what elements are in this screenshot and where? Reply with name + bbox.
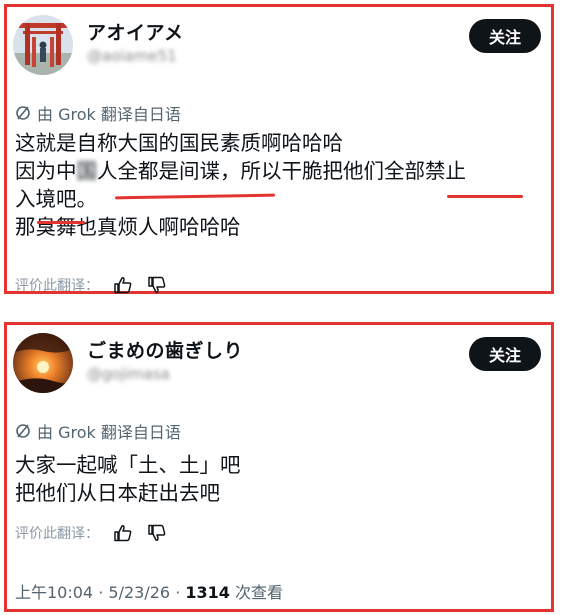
rate-label: 评价此翻译： <box>15 526 99 542</box>
user-handle[interactable]: @aoiame51 <box>87 47 177 65</box>
meta-separator: · <box>175 583 181 602</box>
translation-label: 由 Grok 翻译自日语 <box>37 105 181 124</box>
grok-icon <box>16 424 30 438</box>
post-text: 这就是自称大国的国民素质啊哈哈哈 因为中国人全都是间谍，所以干脆把他们全部禁止 … <box>15 129 541 241</box>
post-card-2: ごまめの歯ぎしり @gojimasa 关注 由 Grok 翻译自日语 大家一起喊… <box>4 322 554 612</box>
translation-info: 由 Grok 翻译自日语 <box>15 419 181 443</box>
text-line: 那臭舞也真烦人啊哈哈哈 <box>15 215 241 239</box>
post-card-1: アオイアメ @aoiame51 关注 由 Grok 翻译自日语 这就是自称大国的… <box>4 4 554 294</box>
censored-character: 国 <box>76 159 98 183</box>
post-date[interactable]: 5/23/26 <box>108 583 170 602</box>
text-line: 大家一起喊「土、土」吧 <box>15 453 241 477</box>
avatar-image <box>13 333 73 393</box>
avatar[interactable] <box>13 333 73 393</box>
avatar-image <box>13 15 73 75</box>
annotation-underline <box>447 195 523 198</box>
rate-translation: 评价此翻译： <box>15 275 167 295</box>
text-line: 因为中国人全都是间谍，所以干脆把他们全部禁止 <box>15 159 466 183</box>
thumbs-up-icon[interactable] <box>113 524 133 542</box>
display-name[interactable]: アオイアメ <box>87 18 184 45</box>
text-line: 入境吧。 <box>15 187 97 211</box>
display-name[interactable]: ごまめの歯ぎしり <box>87 336 243 363</box>
rate-translation: 评价此翻译： <box>15 523 167 543</box>
follow-button[interactable]: 关注 <box>469 19 541 53</box>
annotation-underline <box>37 221 85 224</box>
avatar[interactable] <box>13 15 73 75</box>
user-handle[interactable]: @gojimasa <box>87 365 170 383</box>
post-time[interactable]: 上午10:04 <box>15 583 93 602</box>
translation-label: 由 Grok 翻译自日语 <box>37 423 181 442</box>
rate-label: 评价此翻译： <box>15 278 99 294</box>
thumbs-up-icon[interactable] <box>113 276 133 294</box>
meta-separator: · <box>98 583 104 602</box>
translation-info: 由 Grok 翻译自日语 <box>15 101 181 125</box>
grok-icon <box>16 106 30 120</box>
page: アオイアメ @aoiame51 关注 由 Grok 翻译自日语 这就是自称大国的… <box>0 0 562 615</box>
thumbs-down-icon[interactable] <box>147 276 167 294</box>
post-text: 大家一起喊「土、土」吧 把他们从日本赶出去吧 <box>15 451 541 507</box>
view-count: 1314 <box>185 583 230 602</box>
post-meta: 上午10:04 · 5/23/26 · 1314 次查看 <box>15 579 283 603</box>
follow-button[interactable]: 关注 <box>469 337 541 371</box>
view-count-label: 次查看 <box>235 583 284 602</box>
text-line: 这就是自称大国的国民素质啊哈哈哈 <box>15 131 343 155</box>
text-line: 把他们从日本赶出去吧 <box>15 481 220 505</box>
thumbs-down-icon[interactable] <box>147 524 167 542</box>
